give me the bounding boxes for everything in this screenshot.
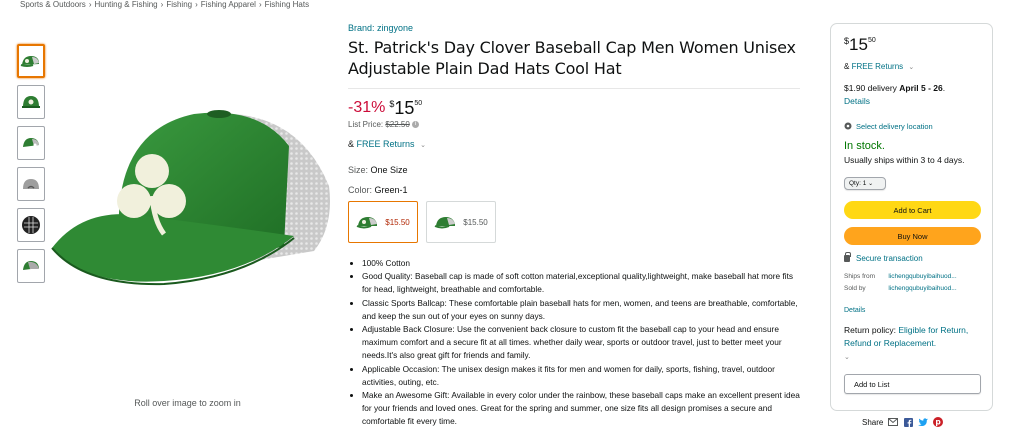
delivery-info: $1.90 delivery April 5 - 26. Details [844,82,979,108]
quantity-select[interactable]: Qty: 1 ⌄ [844,177,886,190]
chevron-down-icon[interactable]: ⌄ [908,64,914,71]
info-icon[interactable]: i [412,121,420,129]
thumbnail-back[interactable] [17,167,45,201]
feature-bullet: 100% Cotton [362,257,800,270]
breadcrumb-item[interactable]: Fishing [166,0,192,9]
breadcrumb-item[interactable]: Hunting & Fishing [94,0,157,9]
chevron-down-icon[interactable]: ⌄ [844,354,850,361]
list-price-label: List Price: [348,120,384,129]
breadcrumb-separator: › [195,0,198,9]
return-policy: Return policy: Eligible for Return, Refu… [844,324,979,364]
price-whole: 15 [394,98,415,118]
feature-bullet: Make an Awesome Gift: Available in every… [362,389,800,429]
price-fraction: 50 [414,100,423,107]
zoom-hint: Roll over image to zoom in [134,398,241,408]
secure-transaction[interactable]: Secure transaction [844,252,979,263]
price-fraction: 50 [867,37,876,44]
free-returns: & FREE Returns ⌄ [348,139,800,149]
add-to-cart-button[interactable]: Add to Cart [844,201,981,219]
seller-details-link[interactable]: Details [844,307,979,314]
thumbnail-side[interactable] [17,126,45,160]
swatch-price: $15.50 [463,217,488,227]
returns-amp: & [348,139,355,149]
delivery-dates: April 5 - 26 [899,83,943,93]
color-label: Color: [348,185,373,195]
sold-by-label: Sold by [844,285,866,292]
feature-bullet: Applicable Occasion: The unisex design m… [362,363,800,389]
breadcrumb: Sports & Outdoors › Hunting & Fishing › Fish… [20,0,309,9]
svg-text:p: p [936,418,942,427]
stock-status: In stock. [844,140,885,152]
pinterest-icon[interactable]: p [933,417,944,427]
share-bar: Share p [862,417,944,427]
sold-by-link[interactable]: lichengqubuyibaihuod... [888,283,979,295]
delivery-prefix: $1.90 delivery [844,83,897,93]
quantity-value: Qty: 1 [849,180,867,187]
buybox-returns: & FREE Returns ⌄ [844,62,979,71]
breadcrumb-item[interactable]: Fishing Hats [265,0,309,9]
brand-link[interactable]: Brand: zingyone [348,23,800,33]
breadcrumb-item[interactable]: Sports & Outdoors [20,0,86,9]
price-block: -31% $ 15 50 [348,99,800,117]
location-pin-icon [844,122,852,130]
size-value: One Size [370,165,408,175]
ships-from-label: Ships from [844,273,876,280]
thumbnail-inside[interactable] [17,208,45,242]
swatch-image [356,217,378,229]
facebook-icon[interactable] [903,417,913,427]
divider [348,88,800,89]
buybox-price: $ 15 50 [844,36,979,54]
return-policy-label: Return policy: [844,325,896,335]
select-location-link[interactable]: Select delivery location [856,122,933,131]
share-label: Share [862,417,884,427]
delivery-location[interactable]: Select delivery location [844,122,979,131]
add-to-list-button[interactable]: Add to List [844,374,981,394]
secure-transaction-link[interactable]: Secure transaction [856,254,923,263]
price-whole: 15 [849,35,868,54]
buy-now-button[interactable]: Buy Now [844,227,981,245]
seller-info: Ships from lichengqubuyibaihuod... Sold b… [844,271,979,295]
main-product-image[interactable] [44,86,342,296]
chevron-down-icon: ⌄ [868,181,874,187]
lock-icon [844,252,851,262]
color-swatches: $15.50 $15.50 [348,201,800,243]
buy-box: $ 15 50 & FREE Returns ⌄ $1.90 delivery … [830,23,993,411]
returns-amp: & [844,62,850,71]
ships-from-link[interactable]: lichengqubuyibaihuod... [888,271,979,283]
breadcrumb-separator: › [88,0,92,9]
feature-bullet: Classic Sports Ballcap: These comfortabl… [362,297,800,323]
product-title: St. Patrick's Day Clover Baseball Cap Me… [348,38,796,78]
ships-estimate: Usually ships within 3 to 4 days. [844,155,965,165]
thumbnail-clover[interactable] [17,85,45,119]
thumbnail-strip [17,44,45,290]
product-info: Brand: zingyone St. Patrick's Day Clover… [348,22,800,429]
thumbnail-back-gray[interactable] [17,249,45,283]
feature-bullets: 100% Cotton Good Quality: Baseball cap i… [348,257,800,429]
list-price: List Price: $22.50 i [348,120,800,129]
free-returns-link[interactable]: FREE Returns [357,139,415,149]
size-label: Size: [348,165,369,175]
chevron-down-icon[interactable]: ⌄ [420,142,426,149]
swatch-image [434,217,456,229]
breadcrumb-separator: › [160,0,164,9]
swatch-green-1[interactable]: $15.50 [348,201,418,243]
email-icon[interactable] [888,417,899,427]
swatch-price: $15.50 [385,217,410,227]
swatch-green-2[interactable]: $15.50 [426,201,496,243]
delivery-details-link[interactable]: Details [844,96,870,106]
discount-badge: -31% [348,99,386,116]
breadcrumb-item[interactable]: Fishing Apparel [201,0,256,9]
delivery-suffix: . [942,83,946,93]
list-price-value: $22.50 [385,120,410,129]
feature-bullet: Adjustable Back Closure: Use the conveni… [362,323,800,363]
size-row: Size: One Size [348,165,800,175]
breadcrumb-separator: › [258,0,262,9]
twitter-icon[interactable] [918,417,929,427]
color-value: Green-1 [374,185,408,195]
color-row: Color: Green-1 [348,185,800,195]
free-returns-link[interactable]: FREE Returns [852,62,904,71]
thumbnail-front[interactable] [17,44,45,78]
feature-bullet: Good Quality: Baseball cap is made of so… [362,270,800,296]
